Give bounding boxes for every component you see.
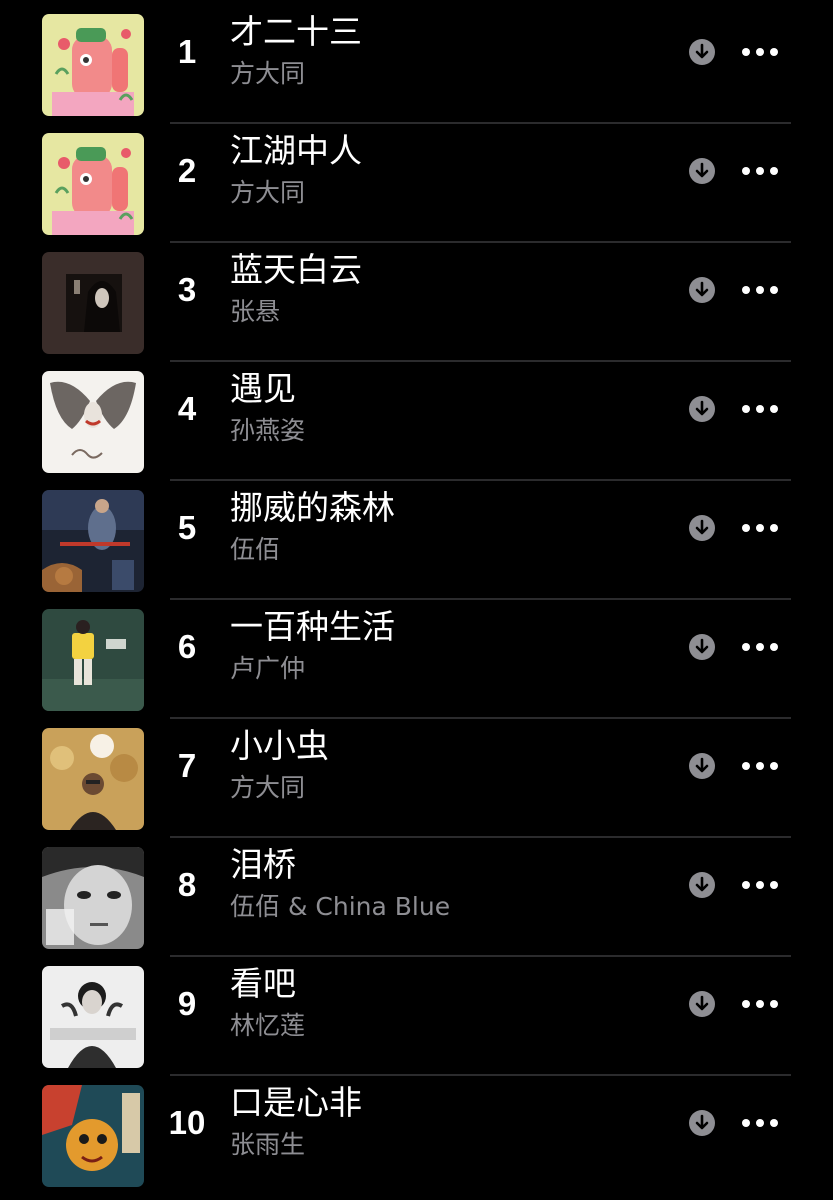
album-cover	[42, 14, 144, 116]
album-cover-pink-figure-icon	[42, 14, 144, 116]
song-title: 遇见	[230, 369, 296, 408]
song-row[interactable]: 5 挪威的森林 伍佰	[0, 476, 833, 600]
song-title: 才二十三	[230, 12, 362, 51]
download-icon[interactable]	[688, 157, 716, 185]
download-icon[interactable]	[688, 633, 716, 661]
download-icon[interactable]	[688, 871, 716, 899]
more-options-icon[interactable]	[738, 754, 782, 778]
song-row[interactable]: 1 才二十三 方大同	[0, 0, 833, 124]
song-title: 看吧	[230, 964, 296, 1003]
song-title: 蓝天白云	[230, 250, 362, 289]
rank-number: 7	[177, 747, 197, 784]
song-row[interactable]: 10 口是心非 张雨生	[0, 1071, 833, 1189]
album-cover	[42, 490, 144, 592]
rank-number: 3	[177, 271, 197, 308]
song-row[interactable]: 2 江湖中人 方大同	[0, 119, 833, 243]
rank-number: 8	[177, 866, 197, 903]
rank-number: 10	[168, 1104, 206, 1141]
album-cover	[42, 371, 144, 473]
download-icon[interactable]	[688, 395, 716, 423]
rank-number: 6	[177, 628, 197, 665]
artist-name[interactable]: 方大同	[230, 176, 305, 210]
rank-number: 4	[177, 390, 197, 427]
album-cover-pink-figure-icon	[42, 133, 144, 235]
more-options-icon[interactable]	[738, 992, 782, 1016]
artist-name[interactable]: 方大同	[230, 771, 305, 805]
album-cover-open-up-icon	[42, 966, 144, 1068]
rank-number: 2	[177, 152, 197, 189]
song-row[interactable]: 7 小小虫 方大同	[0, 714, 833, 838]
artist-name[interactable]: 卢广仲	[230, 652, 305, 686]
download-icon[interactable]	[688, 990, 716, 1018]
album-cover	[42, 1085, 144, 1187]
more-options-icon[interactable]	[738, 635, 782, 659]
song-list: 1 才二十三 方大同 2 江湖中人 方大同 3 蓝天白云 张悬 4 遇见 孙燕姿…	[0, 0, 833, 1200]
song-title: 江湖中人	[230, 131, 362, 170]
more-options-icon[interactable]	[738, 873, 782, 897]
album-cover	[42, 966, 144, 1068]
more-options-icon[interactable]	[738, 40, 782, 64]
song-row[interactable]: 6 一百种生活 卢广仲	[0, 595, 833, 719]
song-title: 泪桥	[230, 845, 296, 884]
album-cover-bw-face-icon	[42, 847, 144, 949]
more-options-icon[interactable]	[738, 516, 782, 540]
album-cover	[42, 609, 144, 711]
more-options-icon[interactable]	[738, 1111, 782, 1135]
album-cover	[42, 728, 144, 830]
more-options-icon[interactable]	[738, 397, 782, 421]
song-title: 口是心非	[230, 1083, 362, 1122]
download-icon[interactable]	[688, 752, 716, 780]
song-title: 小小虫	[230, 726, 329, 765]
album-cover	[42, 847, 144, 949]
song-row[interactable]: 4 遇见 孙燕姿	[0, 357, 833, 481]
more-options-icon[interactable]	[738, 278, 782, 302]
album-cover-orange-moon-icon	[42, 728, 144, 830]
song-title: 一百种生活	[230, 607, 395, 646]
artist-name[interactable]: 孙燕姿	[230, 414, 305, 448]
album-cover	[42, 252, 144, 354]
download-icon[interactable]	[688, 276, 716, 304]
album-cover-painted-face-icon	[42, 1085, 144, 1187]
album-cover-dark-portrait-icon	[42, 252, 144, 354]
album-cover-green-wall-icon	[42, 609, 144, 711]
rank-number: 5	[177, 509, 197, 546]
artist-name[interactable]: 伍佰	[230, 533, 280, 567]
more-options-icon[interactable]	[738, 159, 782, 183]
artist-name[interactable]: 张雨生	[230, 1128, 305, 1162]
download-icon[interactable]	[688, 514, 716, 542]
song-title: 挪威的森林	[230, 488, 395, 527]
song-row[interactable]: 3 蓝天白云 张悬	[0, 238, 833, 362]
rank-number: 9	[177, 985, 197, 1022]
rank-number: 1	[177, 33, 197, 70]
artist-name[interactable]: 林忆莲	[230, 1009, 305, 1043]
album-cover-white-wings-icon	[42, 371, 144, 473]
album-cover-blue-stage-icon	[42, 490, 144, 592]
download-icon[interactable]	[688, 1109, 716, 1137]
album-cover	[42, 133, 144, 235]
artist-name[interactable]: 方大同	[230, 57, 305, 91]
artist-name[interactable]: 张悬	[230, 295, 280, 329]
song-row[interactable]: 8 泪桥 伍佰 & China Blue	[0, 833, 833, 957]
artist-name[interactable]: 伍佰 & China Blue	[230, 890, 450, 924]
song-row[interactable]: 9 看吧 林忆莲	[0, 952, 833, 1076]
download-icon[interactable]	[688, 38, 716, 66]
